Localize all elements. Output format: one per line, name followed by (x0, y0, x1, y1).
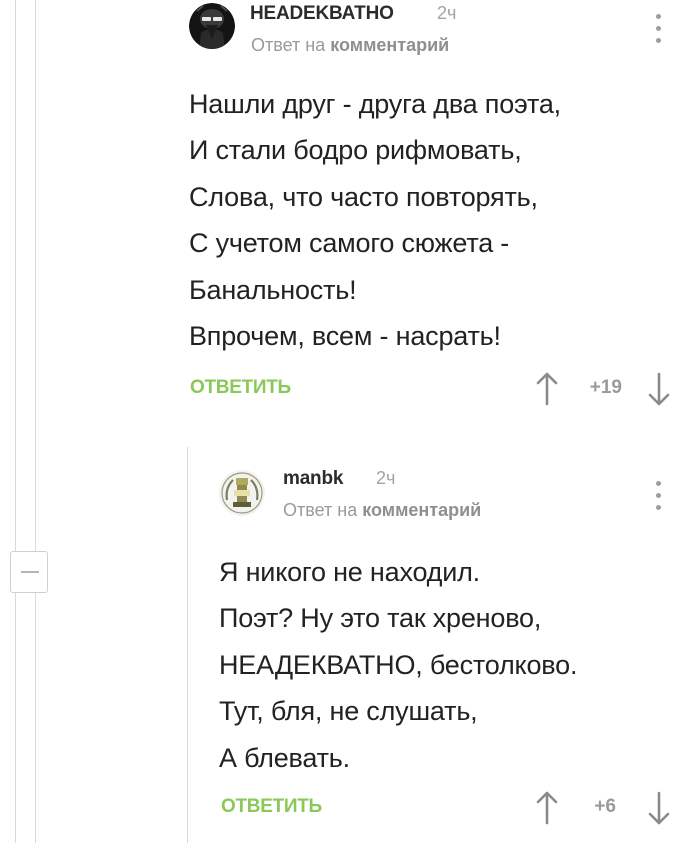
comment-line: Слова, что часто повторять, (189, 181, 538, 212)
arrow-up-icon[interactable] (536, 791, 558, 825)
comment-line: И стали бодро рифмовать, (189, 135, 522, 166)
comment-line: Нашли друг - друга два поэта, (189, 89, 561, 119)
comment-line: Поэт? Ну это так хреново, (219, 603, 542, 634)
more-vertical-icon[interactable] (654, 481, 664, 515)
comment-line: Банальность! (189, 274, 357, 305)
comment: manbk 2ч Ответ на комментарий Я никого н… (0, 440, 700, 843)
reply-button[interactable]: ОТВЕТИТЬ (221, 796, 322, 818)
reply-to-prefix: Ответ на (251, 35, 326, 55)
comment-line: Тут, бля, не слушать, (219, 696, 478, 727)
comment-line: НЕАДЕКВАТНО, бестолково. (219, 649, 578, 680)
comment-line: С учетом самого сюжета - (189, 228, 510, 259)
comment-line: Впрочем, всем - насрать! (189, 320, 501, 351)
avatar[interactable] (219, 470, 265, 516)
reply-to-prefix: Ответ на (283, 500, 358, 520)
avatar-image (189, 3, 235, 49)
arrow-down-icon[interactable] (648, 372, 670, 406)
more-vertical-icon[interactable] (654, 14, 664, 48)
comment-line: Я никого не находил. (219, 557, 480, 587)
reply-to-target: комментарий (330, 35, 450, 55)
avatar[interactable] (189, 3, 235, 49)
arrow-down-icon[interactable] (648, 791, 670, 825)
comment-author[interactable]: manbk (283, 468, 343, 490)
comment: НЕАDEKВАТНО 2ч Ответ на комментарий Нашл… (0, 0, 700, 430)
reply-to-target: комментарий (362, 500, 482, 520)
reply-to-link[interactable]: Ответ на комментарий (251, 35, 449, 56)
comment-body: Я никого не находил. Поэт? Ну это так хр… (219, 549, 577, 781)
reply-to-link[interactable]: Ответ на комментарий (283, 500, 481, 521)
comment-author[interactable]: НЕАDEKВАТНО (250, 3, 394, 25)
comment-time: 2ч (437, 3, 457, 23)
reply-button[interactable]: ОТВЕТИТЬ (190, 377, 291, 399)
comment-body: Нашли друг - друга два поэта, И стали бо… (189, 81, 561, 359)
comment-rating: +19 (589, 377, 622, 398)
comment-rating: +6 (594, 796, 616, 817)
arrow-up-icon[interactable] (536, 372, 558, 406)
comment-line: А блевать. (219, 742, 350, 773)
avatar-image (219, 470, 265, 516)
comment-time: 2ч (376, 468, 396, 488)
